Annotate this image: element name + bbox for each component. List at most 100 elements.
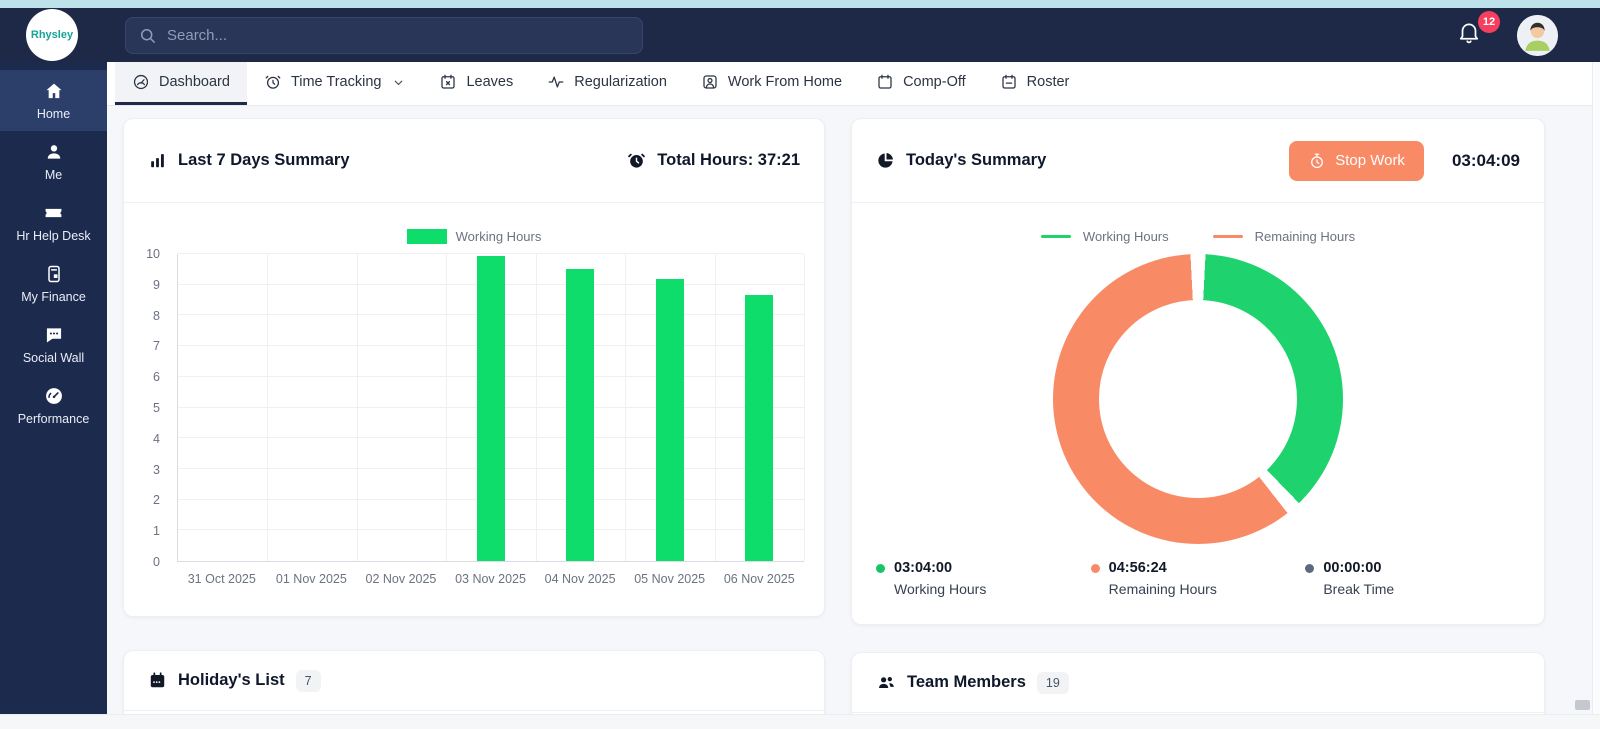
sidebar-item-performance[interactable]: Performance: [0, 375, 107, 436]
calendar-x-icon: [439, 73, 457, 91]
legend-label: Remaining Hours: [1255, 229, 1355, 244]
avatar-illustration: [1517, 15, 1558, 56]
card-title: Last 7 Days Summary: [178, 151, 350, 170]
notification-count-badge: 12: [1478, 11, 1500, 33]
calendar-icon: [876, 73, 894, 91]
stop-work-button[interactable]: Stop Work: [1289, 141, 1424, 181]
chevron-down-icon: [392, 76, 405, 89]
tab-label: Regularization: [574, 74, 667, 90]
y-tick-label: 8: [124, 309, 160, 323]
legend-label: Working Hours: [456, 229, 542, 244]
card-title: Team Members: [907, 673, 1026, 692]
search-input[interactable]: [167, 27, 630, 44]
stat-working-hours: 03:04:00 Working Hours: [876, 560, 1091, 597]
tab-roster[interactable]: Roster: [983, 62, 1087, 105]
tab-label: Dashboard: [159, 74, 230, 90]
x-tick-label: 03 Nov 2025: [446, 572, 536, 586]
dashboard-gauge-icon: [132, 73, 150, 91]
x-tick-label: 06 Nov 2025: [714, 572, 804, 586]
stat-label: Working Hours: [876, 581, 1091, 597]
x-axis-labels: 31 Oct 202501 Nov 202502 Nov 202503 Nov …: [177, 572, 804, 586]
calendar-icon: [148, 671, 167, 690]
x-tick-label: 31 Oct 2025: [177, 572, 267, 586]
user-icon: [44, 142, 64, 162]
calendar-check-icon: [1000, 73, 1018, 91]
gridline: [446, 254, 447, 561]
person-frame-icon: [701, 73, 719, 91]
x-tick-label: 02 Nov 2025: [356, 572, 446, 586]
card-header: Last 7 Days Summary Total Hours: 37:21: [124, 119, 824, 203]
gridline: [536, 254, 537, 561]
legend-label: Working Hours: [1083, 229, 1169, 244]
card-header: Holiday's List 7: [124, 651, 824, 711]
plot-area: [177, 254, 804, 562]
vertical-scrollbar[interactable]: [1592, 62, 1600, 729]
sidebar-nav: Home Me Hr Help Desk My Finance: [0, 62, 107, 714]
today-stats-row: 03:04:00 Working Hours 04:56:24 Remainin…: [852, 560, 1544, 597]
stat-value: 04:56:24: [1109, 560, 1167, 576]
home-icon: [44, 81, 64, 101]
sidebar-item-social-wall[interactable]: Social Wall: [0, 314, 107, 375]
x-tick-label: 04 Nov 2025: [535, 572, 625, 586]
gridline: [267, 254, 268, 561]
sidebar-item-label: Social Wall: [4, 351, 103, 365]
bar-04-nov-2025[interactable]: [566, 269, 594, 561]
sidebar-item-label: Me: [4, 168, 103, 182]
user-avatar[interactable]: [1517, 15, 1558, 56]
y-tick-label: 3: [124, 463, 160, 477]
brand-logo[interactable]: Rhysley: [26, 9, 78, 61]
card-title: Holiday's List: [178, 671, 285, 690]
bar-06-nov-2025[interactable]: [745, 295, 773, 561]
horizontal-scrollbar[interactable]: [0, 714, 1600, 729]
tab-regularization[interactable]: Regularization: [530, 62, 684, 105]
team-icon: [876, 673, 896, 692]
working-hours-dot: [876, 564, 885, 573]
stop-work-label: Stop Work: [1335, 152, 1405, 169]
sidebar-item-home[interactable]: Home: [0, 70, 107, 131]
today-donut-chart: [1053, 254, 1343, 544]
total-hours-text: Total Hours: 37:21: [657, 151, 800, 170]
stat-label: Break Time: [1305, 581, 1520, 597]
legend-swatch: [1213, 235, 1243, 239]
main-content: Last 7 Days Summary Total Hours: 37:21 W…: [107, 106, 1600, 729]
donut-hole: [1099, 300, 1297, 498]
y-tick-label: 10: [124, 247, 160, 261]
finance-icon: [44, 264, 64, 284]
gridline: [715, 254, 716, 561]
y-tick-label: 4: [124, 432, 160, 446]
scrollbar-thumb[interactable]: [1575, 700, 1590, 710]
y-tick-label: 7: [124, 339, 160, 353]
break-time-dot: [1305, 564, 1314, 573]
sidebar-item-hr-help-desk[interactable]: Hr Help Desk: [0, 192, 107, 253]
tab-leaves[interactable]: Leaves: [422, 62, 530, 105]
legend-item-working-hours[interactable]: Working Hours: [1041, 229, 1169, 244]
tab-work-from-home[interactable]: Work From Home: [684, 62, 859, 105]
work-timer: 03:04:09: [1452, 151, 1520, 171]
tab-time-tracking[interactable]: Time Tracking: [247, 62, 423, 105]
tab-label: Comp-Off: [903, 74, 966, 90]
tab-comp-off[interactable]: Comp-Off: [859, 62, 983, 105]
chat-icon: [44, 325, 64, 345]
legend-swatch: [407, 229, 447, 244]
search-bar: [125, 17, 643, 54]
gridline: [804, 254, 805, 561]
bar-03-nov-2025[interactable]: [477, 256, 505, 561]
notifications-button[interactable]: 12: [1456, 18, 1490, 52]
todays-summary-card: Today's Summary Stop Work 03:04:09 Worki…: [851, 118, 1545, 625]
tab-dashboard[interactable]: Dashboard: [115, 62, 247, 105]
y-tick-label: 9: [124, 278, 160, 292]
y-tick-label: 2: [124, 493, 160, 507]
sidebar-item-me[interactable]: Me: [0, 131, 107, 192]
holidays-count-badge: 7: [296, 670, 321, 692]
gridline: [625, 254, 626, 561]
sidebar-item-my-finance[interactable]: My Finance: [0, 253, 107, 314]
legend-item-remaining-hours[interactable]: Remaining Hours: [1213, 229, 1355, 244]
card-header: Today's Summary Stop Work 03:04:09: [852, 119, 1544, 203]
browser-top-strip: [0, 0, 1600, 8]
team-count-badge: 19: [1037, 672, 1069, 694]
remaining-hours-dot: [1091, 564, 1100, 573]
bar-05-nov-2025[interactable]: [656, 279, 684, 561]
x-tick-label: 01 Nov 2025: [267, 572, 357, 586]
donut-legend: Working Hours Remaining Hours: [852, 229, 1544, 244]
stopwatch-icon: [1308, 152, 1326, 170]
